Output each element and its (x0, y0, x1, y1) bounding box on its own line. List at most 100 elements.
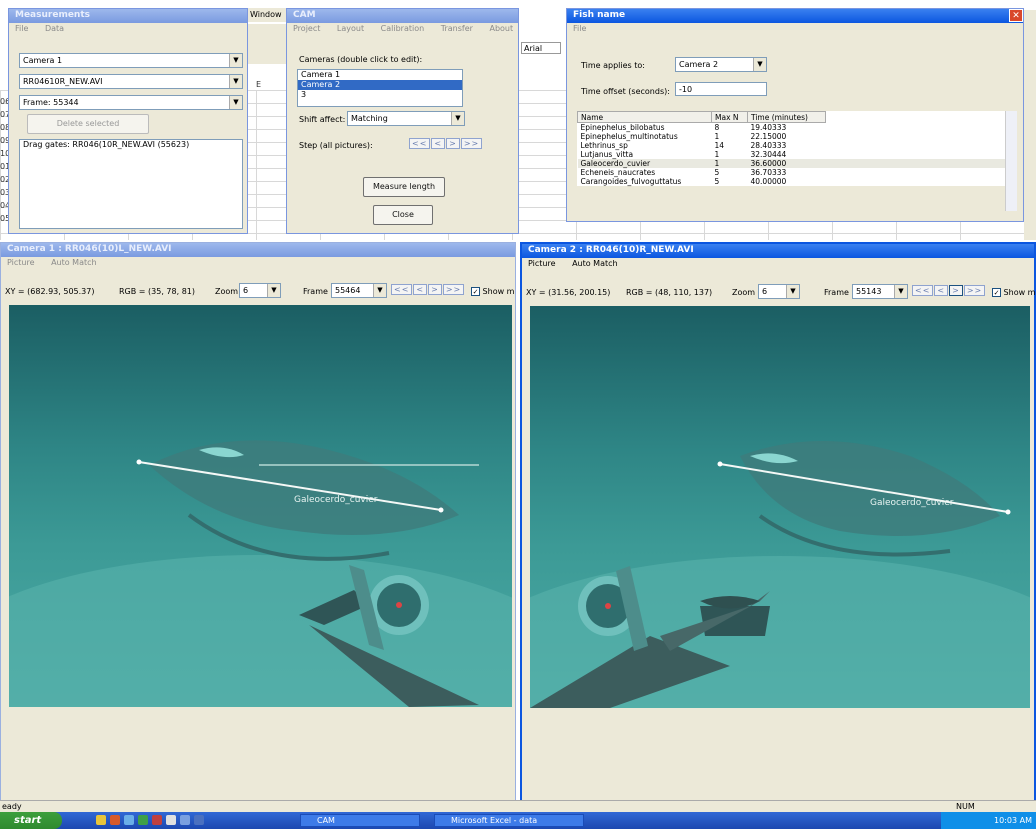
app-icon[interactable] (166, 815, 176, 825)
chevron-down-icon[interactable]: ▼ (267, 284, 280, 297)
list-item-camera-1[interactable]: Camera 1 (298, 70, 462, 80)
table-row[interactable]: Epinephelus_multinotatus 1 22.15000 (578, 132, 1018, 141)
excel-row-number[interactable]: 01 (0, 160, 10, 173)
app-icon[interactable] (180, 815, 190, 825)
close-button[interactable]: Close (373, 205, 433, 225)
excel-menu-window[interactable]: Window (248, 8, 288, 22)
time-applies-select[interactable]: Camera 2 ▼ (675, 57, 767, 72)
file-select[interactable]: RR04610R_NEW.AVI ▼ (19, 74, 243, 89)
delete-selected-button[interactable]: Delete selected (27, 114, 149, 134)
step-first-button[interactable]: << (409, 138, 431, 149)
time-offset-input[interactable] (675, 82, 767, 96)
app-icon[interactable] (152, 815, 162, 825)
chevron-down-icon[interactable]: ▼ (229, 54, 242, 67)
excel-row-number[interactable]: 02 (0, 173, 10, 186)
table-row[interactable]: Lutjanus_vitta 1 32.30444 (578, 150, 1018, 159)
excel-row-number[interactable]: 08 (0, 121, 10, 134)
excel-row-number[interactable]: 09 (0, 134, 10, 147)
frame-next-button[interactable]: > (949, 285, 963, 296)
excel-font-box[interactable]: Arial (521, 42, 561, 54)
fish-table-scrollbar[interactable] (1005, 111, 1017, 211)
chevron-down-icon[interactable]: ▼ (894, 285, 907, 298)
taskbar-item-excel[interactable]: Microsoft Excel - data (434, 814, 584, 827)
excel-row-number[interactable]: 06 (0, 95, 10, 108)
frame-first-button[interactable]: << (912, 285, 934, 296)
chevron-down-icon[interactable]: ▼ (229, 96, 242, 109)
chevron-down-icon[interactable]: ▼ (753, 58, 766, 71)
table-row[interactable]: Echeneis_naucrates 5 36.70333 (578, 168, 1018, 177)
taskbar-item-cam[interactable]: CAM (300, 814, 420, 827)
frame-last-button[interactable]: >> (963, 285, 986, 296)
excel-row-number[interactable]: 05 (0, 212, 10, 225)
table-row-highlighted[interactable]: Galeocerdo_cuvier 1 36.60000 (577, 159, 1017, 168)
step-prev-button[interactable]: < (431, 138, 446, 149)
app-icon[interactable] (138, 815, 148, 825)
camera-1-frame-select[interactable]: 55464 ▼ (331, 283, 387, 298)
menu-picture[interactable]: Picture (528, 259, 556, 268)
list-item-camera-2[interactable]: Camera 2 (298, 80, 462, 90)
close-icon[interactable]: ✕ (1009, 9, 1023, 22)
frame-prev-button[interactable]: < (413, 284, 428, 295)
menu-calibration[interactable]: Calibration (381, 24, 425, 33)
step-next-button[interactable]: > (446, 138, 460, 149)
measurements-titlebar[interactable]: Measurements (9, 9, 247, 23)
col-time[interactable]: Time (minutes) (747, 111, 826, 123)
cam-titlebar[interactable]: CAM (287, 9, 518, 23)
checkbox-checked-icon[interactable]: ✓ (471, 287, 480, 296)
frame-last-button[interactable]: >> (442, 284, 465, 295)
menu-auto-match[interactable]: Auto Match (572, 259, 618, 268)
camera-1-zoom-select[interactable]: 6 ▼ (239, 283, 281, 298)
camera-2-titlebar[interactable]: Camera 2 : RR046(10)R_NEW.AVI (522, 244, 1034, 258)
fish-table[interactable]: Name Max N Time (minutes) Epinephelus_bi… (577, 111, 1017, 186)
frame-prev-button[interactable]: < (934, 285, 949, 296)
table-row[interactable]: Epinephelus_bilobatus 8 19.40333 (578, 123, 1018, 133)
table-row[interactable]: Lethrinus_sp 14 28.40333 (578, 141, 1018, 150)
camera-select[interactable]: Camera 1 ▼ (19, 53, 243, 68)
start-button[interactable]: start (0, 812, 62, 829)
excel-row-number[interactable]: 10 (0, 147, 10, 160)
table-row[interactable]: Carangoides_fulvoguttatus 5 40.00000 (578, 177, 1018, 186)
frame-first-button[interactable]: << (391, 284, 413, 295)
chevron-down-icon[interactable]: ▼ (373, 284, 386, 297)
menu-layout[interactable]: Layout (337, 24, 364, 33)
camera-2-show-toggle[interactable]: ✓ Show m (992, 288, 1035, 297)
folder-icon[interactable] (96, 815, 106, 825)
clock[interactable]: 10:03 AM (994, 816, 1032, 825)
frame-select[interactable]: Frame: 55344 ▼ (19, 95, 243, 110)
app-icon[interactable] (124, 815, 134, 825)
camera-1-titlebar[interactable]: Camera 1 : RR046(10)L_NEW.AVI (1, 243, 515, 257)
menu-picture[interactable]: Picture (7, 258, 35, 267)
camera-2-zoom-select[interactable]: 6 ▼ (758, 284, 800, 299)
chevron-down-icon[interactable]: ▼ (786, 285, 799, 298)
menu-file[interactable]: File (573, 24, 586, 33)
menu-file[interactable]: File (15, 24, 28, 33)
chevron-down-icon[interactable]: ▼ (229, 75, 242, 88)
measure-length-button[interactable]: Measure length (363, 177, 445, 197)
browser-icon[interactable] (110, 815, 120, 825)
col-name[interactable]: Name (577, 111, 712, 123)
shift-affect-select[interactable]: Matching ▼ (347, 111, 465, 126)
app-icon[interactable] (194, 815, 204, 825)
excel-row-number[interactable]: 04 (0, 199, 10, 212)
camera-2-frame-select[interactable]: 55143 ▼ (852, 284, 908, 299)
menu-project[interactable]: Project (293, 24, 320, 33)
col-maxn[interactable]: Max N (711, 111, 748, 123)
fish-name-titlebar[interactable]: Fish name ✕ (567, 9, 1023, 23)
camera-1-show-toggle[interactable]: ✓ Show m (471, 287, 514, 296)
frame-next-button[interactable]: > (428, 284, 442, 295)
measurements-log-list[interactable]: Drag gates: RR046(10R_NEW.AVI (55623) (19, 139, 243, 229)
checkbox-checked-icon[interactable]: ✓ (992, 288, 1001, 297)
menu-data[interactable]: Data (45, 24, 64, 33)
menu-transfer[interactable]: Transfer (441, 24, 473, 33)
list-item-camera-3[interactable]: 3 (298, 90, 462, 100)
camera-1-video-frame[interactable]: Galeocerdo_cuvier (9, 305, 512, 707)
list-item[interactable]: Drag gates: RR046(10R_NEW.AVI (55623) (20, 140, 242, 150)
excel-row-number[interactable]: 03 (0, 186, 10, 199)
cameras-list[interactable]: Camera 1 Camera 2 3 (297, 69, 463, 107)
menu-auto-match[interactable]: Auto Match (51, 258, 97, 267)
camera-2-video-frame[interactable]: Galeocerdo_cuvier (530, 306, 1030, 708)
menu-about[interactable]: About (489, 24, 513, 33)
chevron-down-icon[interactable]: ▼ (451, 112, 464, 125)
step-last-button[interactable]: >> (460, 138, 483, 149)
excel-row-number[interactable]: 07 (0, 108, 10, 121)
